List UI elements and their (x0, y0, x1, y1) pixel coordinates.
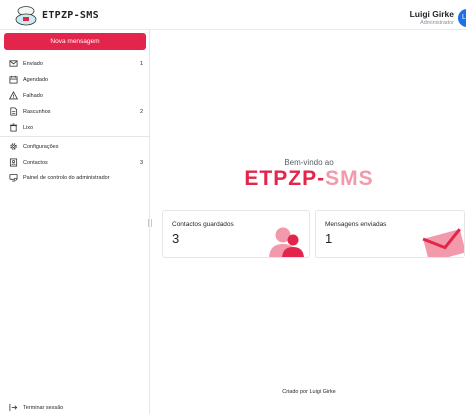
draft-icon (10, 107, 18, 116)
sidebar-item-contacts[interactable]: Contactos 3 (0, 158, 150, 170)
sidebar-item-settings[interactable]: Configurações (0, 142, 150, 154)
sidebar-item-label: Configurações (23, 144, 59, 150)
sidebar-item-label: Enviado (23, 61, 43, 67)
admin-panel-icon (9, 173, 18, 182)
sidebar: Nova mensagem Enviado 1 Agendado Falhado… (0, 30, 150, 414)
warning-icon (9, 91, 18, 100)
sidebar-item-label: Painel de controlo do administrador (23, 175, 110, 181)
sidebar-item-label: Contactos (23, 160, 48, 166)
sent-messages-card[interactable]: Mensagens enviadas 1 (315, 210, 465, 258)
sidebar-item-label: Rascunhos (23, 109, 51, 115)
brand-title: ETPZP-SMS (152, 167, 466, 191)
sidebar-item-failed[interactable]: Falhado (0, 91, 150, 103)
sidebar-item-scheduled[interactable]: Agendado (0, 75, 150, 87)
mail-icon (9, 60, 18, 67)
logout-label: Terminar sessão (23, 405, 64, 411)
footer-credit: Criado por Luigi Girke (282, 389, 336, 395)
card-value: 3 (172, 231, 180, 246)
contacts-icon (9, 158, 18, 167)
calendar-icon (9, 75, 18, 84)
sidebar-item-count: 3 (139, 160, 143, 166)
card-label: Mensagens enviadas (325, 221, 387, 228)
trash-icon (9, 123, 18, 132)
sidebar-item-admin-panel[interactable]: Painel de controlo do administrador (0, 173, 150, 185)
user-name[interactable]: Luigi Girke (410, 9, 454, 19)
brand-title-suffix: SMS (325, 167, 374, 190)
sidebar-item-count: 1 (139, 61, 143, 67)
sidebar-item-drafts[interactable]: Rascunhos 2 (0, 107, 150, 119)
new-message-button[interactable]: Nova mensagem (4, 33, 146, 50)
logo-icon (15, 6, 37, 26)
main-content: Bem-vindo ao ETPZP-SMS Contactos guardad… (152, 30, 466, 414)
sidebar-item-label: Lixo (23, 125, 34, 131)
app-title: ETPZP-SMS (42, 10, 99, 21)
sidebar-item-label: Falhado (23, 93, 43, 99)
card-label: Contactos guardados (172, 221, 234, 228)
top-bar: ETPZP-SMS Luigi Girke Administrador L (0, 0, 466, 30)
sidebar-item-count: 2 (139, 109, 143, 115)
brand-title-main: ETPZP- (244, 167, 326, 190)
avatar[interactable]: L (458, 9, 466, 27)
card-value: 1 (325, 231, 333, 246)
logout-icon (9, 403, 18, 412)
logout-button[interactable]: Terminar sessão (0, 403, 150, 414)
welcome-text: Bem-vindo ao (284, 158, 334, 167)
people-icon (269, 227, 304, 257)
sidebar-item-sent[interactable]: Enviado 1 (0, 59, 150, 71)
sidebar-item-trash[interactable]: Lixo (0, 123, 150, 135)
user-role: Administrador (420, 20, 454, 26)
gear-icon (10, 143, 17, 150)
sidebar-item-label: Agendado (23, 77, 49, 83)
sidebar-divider (0, 136, 150, 137)
saved-contacts-card[interactable]: Contactos guardados 3 (162, 210, 310, 258)
envelope-icon (422, 228, 464, 257)
